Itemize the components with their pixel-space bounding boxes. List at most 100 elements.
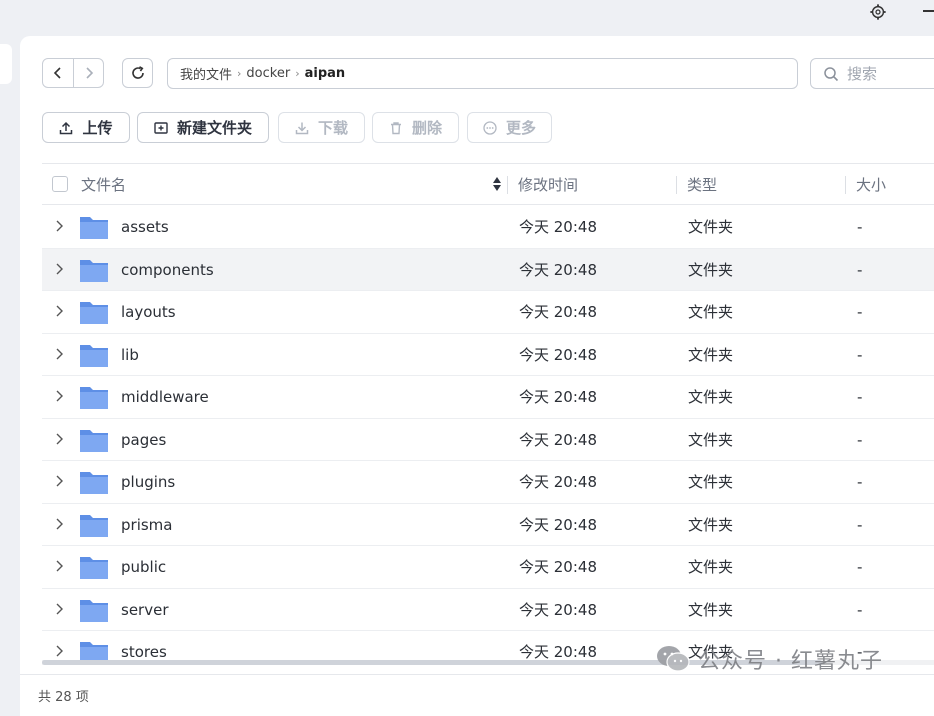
upload-button[interactable]: 上传 (42, 112, 130, 143)
file-modified: 今天 20:48 (519, 643, 597, 661)
file-size: - (857, 473, 863, 491)
file-modified: 今天 20:48 (519, 430, 597, 449)
chevron-right-icon[interactable] (55, 305, 63, 317)
chevron-right-icon[interactable] (55, 560, 63, 572)
breadcrumb-current[interactable]: aipan (305, 66, 346, 81)
table-row[interactable]: public 今天 20:48 文件夹 - (42, 546, 934, 589)
watermark: 公众号 · 红薯丸子 (656, 643, 883, 675)
file-modified: 今天 20:48 (519, 260, 597, 279)
breadcrumb-item[interactable]: 我的文件 (180, 64, 232, 83)
folder-icon (80, 599, 108, 622)
file-name: assets (121, 218, 169, 236)
table-row[interactable]: plugins 今天 20:48 文件夹 - (42, 461, 934, 504)
file-type: 文件夹 (688, 558, 734, 576)
file-name: components (121, 260, 214, 279)
file-modified: 今天 20:48 (519, 388, 597, 406)
select-all-checkbox[interactable] (52, 176, 68, 192)
delete-label: 删除 (411, 119, 442, 137)
table-row[interactable]: pages 今天 20:48 文件夹 - (42, 419, 934, 461)
table-row[interactable]: lib 今天 20:48 文件夹 - (42, 334, 934, 376)
new-folder-icon (154, 121, 168, 134)
table-row[interactable]: components 今天 20:48 文件夹 - (42, 248, 934, 291)
file-type: 文件夹 (688, 388, 734, 406)
chevron-right-icon[interactable] (55, 433, 63, 445)
file-name: plugins (121, 473, 176, 491)
sort-icon[interactable] (492, 175, 502, 193)
chevron-left-icon (53, 67, 61, 79)
search-input[interactable]: 搜索 (810, 58, 934, 89)
breadcrumb-item[interactable]: docker (246, 66, 290, 81)
chevron-right-icon[interactable] (55, 220, 63, 232)
file-modified: 今天 20:48 (519, 345, 597, 364)
column-header-type[interactable]: 类型 (687, 164, 717, 204)
chevron-right-icon[interactable] (55, 348, 63, 360)
column-divider[interactable] (507, 176, 508, 194)
column-header-name[interactable]: 文件名 (81, 164, 126, 204)
trash-icon (390, 121, 401, 134)
more-icon (483, 120, 497, 135)
file-type: 文件夹 (688, 473, 734, 491)
file-name: pages (121, 430, 167, 449)
download-button[interactable]: 下载 (278, 112, 365, 143)
forward-button[interactable] (74, 59, 104, 87)
file-type: 文件夹 (688, 600, 734, 619)
file-name: stores (121, 643, 167, 661)
delete-button[interactable]: 删除 (372, 112, 459, 143)
table-row[interactable]: middleware 今天 20:48 文件夹 - (42, 376, 934, 419)
folder-icon (80, 472, 108, 494)
file-size: - (857, 515, 863, 534)
search-placeholder: 搜索 (847, 65, 878, 83)
back-button[interactable] (43, 59, 74, 87)
file-type: 文件夹 (688, 260, 734, 279)
chevron-right-icon (86, 67, 94, 79)
file-size: - (857, 303, 863, 321)
column-divider[interactable] (845, 176, 846, 194)
watermark-text: 公众号 · 红薯丸子 (698, 649, 883, 674)
title-bar (0, 0, 934, 36)
download-icon (295, 122, 309, 134)
file-modified: 今天 20:48 (519, 558, 597, 576)
refresh-button[interactable] (122, 58, 153, 88)
folder-icon (80, 429, 108, 452)
chevron-right-icon[interactable] (55, 263, 63, 275)
table-row[interactable]: prisma 今天 20:48 文件夹 - (42, 504, 934, 546)
column-header-size[interactable]: 大小 (856, 164, 886, 204)
chevron-right-icon[interactable] (55, 390, 63, 402)
new-folder-button[interactable]: 新建文件夹 (137, 112, 269, 143)
file-modified: 今天 20:48 (519, 515, 597, 534)
file-type: 文件夹 (688, 218, 734, 236)
table-row[interactable]: assets 今天 20:48 文件夹 - (42, 206, 934, 249)
file-modified: 今天 20:48 (519, 473, 597, 491)
column-header-modified[interactable]: 修改时间 (518, 164, 578, 204)
download-label: 下载 (317, 119, 348, 137)
folder-icon (80, 217, 108, 239)
file-modified: 今天 20:48 (519, 600, 597, 619)
folder-icon (80, 514, 108, 537)
table-row[interactable]: layouts 今天 20:48 文件夹 - (42, 291, 934, 334)
file-size: - (857, 430, 863, 449)
chevron-right-icon: › (295, 67, 300, 80)
column-divider[interactable] (676, 176, 677, 194)
file-name: public (121, 558, 167, 576)
file-name: prisma (121, 515, 173, 534)
more-button[interactable]: 更多 (467, 112, 552, 143)
file-name: layouts (121, 303, 176, 321)
file-type: 文件夹 (688, 515, 734, 534)
file-modified: 今天 20:48 (519, 303, 597, 321)
table-row[interactable]: server 今天 20:48 文件夹 - (42, 589, 934, 631)
file-size: - (857, 345, 863, 364)
folder-icon (80, 387, 108, 409)
upload-label: 上传 (82, 119, 113, 137)
chevron-right-icon[interactable] (55, 475, 63, 487)
file-type: 文件夹 (688, 430, 734, 449)
chevron-right-icon[interactable] (55, 603, 63, 615)
file-size: - (857, 388, 863, 406)
chevron-right-icon[interactable] (55, 518, 63, 530)
breadcrumb: 我的文件 › docker › aipan (167, 58, 798, 89)
file-type: 文件夹 (688, 345, 734, 364)
chevron-right-icon[interactable] (55, 645, 63, 657)
file-name: middleware (121, 388, 209, 406)
minimize-icon[interactable] (923, 10, 934, 12)
file-size: - (857, 260, 863, 279)
gear-icon[interactable] (868, 3, 888, 21)
